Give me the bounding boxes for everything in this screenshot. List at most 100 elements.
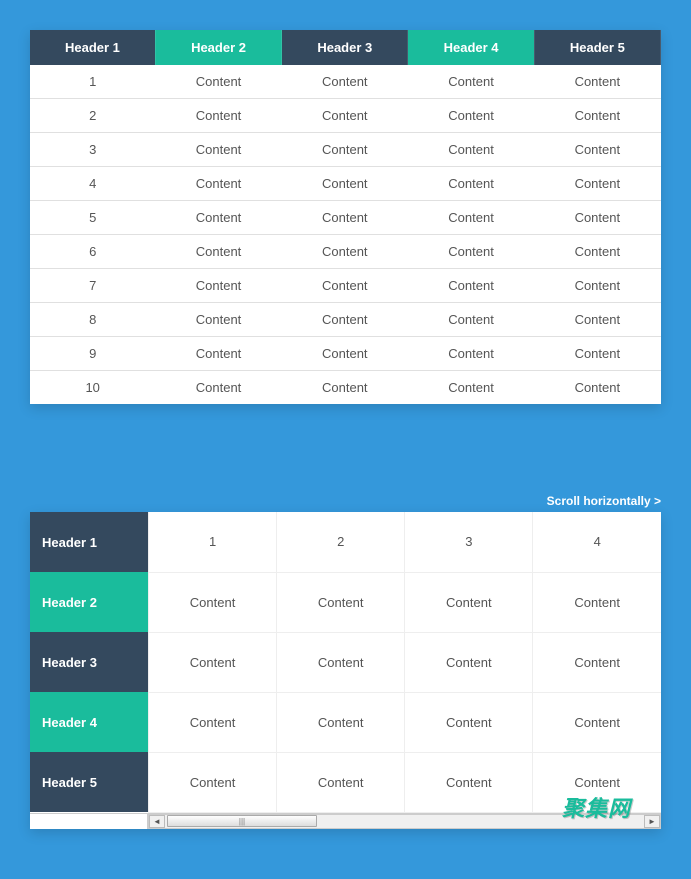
table-cell: Content bbox=[155, 269, 281, 303]
scroll-left-arrow-icon[interactable]: ◄ bbox=[149, 815, 165, 828]
table-2-row-header[interactable]: Header 2 bbox=[30, 572, 148, 632]
table-cell: Content bbox=[408, 303, 534, 337]
table-cell: Content bbox=[282, 303, 408, 337]
table-cell: Content bbox=[155, 235, 281, 269]
table-cell: Content bbox=[282, 133, 408, 167]
table-cell: Content bbox=[155, 99, 281, 133]
table-cell: Content bbox=[405, 692, 533, 752]
table-row: 4ContentContentContentContent bbox=[30, 167, 661, 201]
table-2-row-header[interactable]: Header 1 bbox=[30, 512, 148, 572]
table-cell: Content bbox=[282, 201, 408, 235]
table-cell: Content bbox=[149, 752, 277, 812]
table-cell: Content bbox=[408, 269, 534, 303]
table-2-row-headers: Header 1Header 2Header 3Header 4Header 5 bbox=[30, 512, 148, 813]
row-id-cell: 4 bbox=[30, 167, 155, 201]
table-1-header[interactable]: Header 3 bbox=[282, 30, 408, 65]
row-id-cell: 2 bbox=[30, 99, 155, 133]
table-cell: Content bbox=[277, 632, 405, 692]
table-cell: Content bbox=[533, 692, 661, 752]
table-1-container: Header 1Header 2Header 3Header 4Header 5… bbox=[30, 30, 661, 404]
table-row: ContentContentContentContent bbox=[149, 692, 662, 752]
table-cell: Content bbox=[282, 99, 408, 133]
table-cell: Content bbox=[282, 167, 408, 201]
table-cell: Content bbox=[534, 133, 660, 167]
table-row: ContentContentContentContent bbox=[149, 632, 662, 692]
table-row: 6ContentContentContentContent bbox=[30, 235, 661, 269]
table-cell: Content bbox=[534, 269, 660, 303]
row-id-cell: 9 bbox=[30, 337, 155, 371]
table-row: 1234 bbox=[149, 512, 662, 572]
table-cell: Content bbox=[155, 133, 281, 167]
table-cell: 4 bbox=[533, 512, 661, 572]
table-cell: Content bbox=[533, 572, 661, 632]
table-row: ContentContentContentContent bbox=[149, 572, 662, 632]
table-cell: Content bbox=[534, 201, 660, 235]
table-cell: Content bbox=[408, 133, 534, 167]
table-1-header[interactable]: Header 2 bbox=[155, 30, 281, 65]
table-cell: Content bbox=[155, 371, 281, 405]
row-id-cell: 1 bbox=[30, 65, 155, 99]
table-cell: Content bbox=[149, 632, 277, 692]
table-2-row-header[interactable]: Header 3 bbox=[30, 632, 148, 692]
table-cell: Content bbox=[408, 337, 534, 371]
table-cell: Content bbox=[282, 371, 408, 405]
table-row: 2ContentContentContentContent bbox=[30, 99, 661, 133]
table-2-row-header[interactable]: Header 4 bbox=[30, 692, 148, 752]
table-1-header[interactable]: Header 4 bbox=[408, 30, 534, 65]
row-id-cell: 7 bbox=[30, 269, 155, 303]
table-row: 9ContentContentContentContent bbox=[30, 337, 661, 371]
table-cell: Content bbox=[405, 632, 533, 692]
table-cell: Content bbox=[155, 303, 281, 337]
table-cell: Content bbox=[149, 692, 277, 752]
table-cell: 3 bbox=[405, 512, 533, 572]
table-1: Header 1Header 2Header 3Header 4Header 5… bbox=[30, 30, 661, 404]
table-cell: Content bbox=[405, 572, 533, 632]
table-cell: Content bbox=[408, 167, 534, 201]
table-cell: Content bbox=[277, 572, 405, 632]
table-cell: Content bbox=[405, 752, 533, 812]
table-cell: Content bbox=[277, 752, 405, 812]
row-id-cell: 3 bbox=[30, 133, 155, 167]
table-row: 10ContentContentContentContent bbox=[30, 371, 661, 405]
table-cell: Content bbox=[408, 99, 534, 133]
scrollbar-spacer bbox=[30, 814, 148, 829]
table-cell: 1 bbox=[149, 512, 277, 572]
table-cell: 2 bbox=[277, 512, 405, 572]
table-cell: Content bbox=[282, 337, 408, 371]
table-row: 7ContentContentContentContent bbox=[30, 269, 661, 303]
scrollbar-thumb[interactable]: ||| bbox=[167, 815, 317, 827]
table-2-container: Header 1Header 2Header 3Header 4Header 5… bbox=[30, 512, 661, 829]
table-row: 8ContentContentContentContent bbox=[30, 303, 661, 337]
table-cell: Content bbox=[534, 303, 660, 337]
table-cell: Content bbox=[408, 201, 534, 235]
scroll-hint: Scroll horizontally > bbox=[30, 494, 661, 508]
table-cell: Content bbox=[533, 632, 661, 692]
row-id-cell: 8 bbox=[30, 303, 155, 337]
table-2-body-scroll[interactable]: 1234ContentContentContentContentContentC… bbox=[148, 512, 661, 813]
table-cell: Content bbox=[408, 65, 534, 99]
table-cell: Content bbox=[408, 235, 534, 269]
watermark: 聚集网 bbox=[562, 791, 631, 823]
table-row: 1ContentContentContentContent bbox=[30, 65, 661, 99]
table-1-header[interactable]: Header 5 bbox=[534, 30, 660, 65]
table-cell: Content bbox=[282, 269, 408, 303]
table-cell: Content bbox=[277, 692, 405, 752]
table-row: 3ContentContentContentContent bbox=[30, 133, 661, 167]
row-id-cell: 10 bbox=[30, 371, 155, 405]
table-2-row-header[interactable]: Header 5 bbox=[30, 752, 148, 812]
table-cell: Content bbox=[155, 337, 281, 371]
row-id-cell: 6 bbox=[30, 235, 155, 269]
table-cell: Content bbox=[534, 99, 660, 133]
table-cell: Content bbox=[155, 65, 281, 99]
scroll-right-arrow-icon[interactable]: ► bbox=[644, 815, 660, 828]
table-1-header[interactable]: Header 1 bbox=[30, 30, 155, 65]
table-cell: Content bbox=[534, 371, 660, 405]
table-cell: Content bbox=[155, 201, 281, 235]
table-cell: Content bbox=[149, 572, 277, 632]
table-cell: Content bbox=[282, 65, 408, 99]
table-cell: Content bbox=[408, 371, 534, 405]
table-cell: Content bbox=[534, 235, 660, 269]
table-cell: Content bbox=[534, 167, 660, 201]
table-row: 5ContentContentContentContent bbox=[30, 201, 661, 235]
table-cell: Content bbox=[534, 65, 660, 99]
